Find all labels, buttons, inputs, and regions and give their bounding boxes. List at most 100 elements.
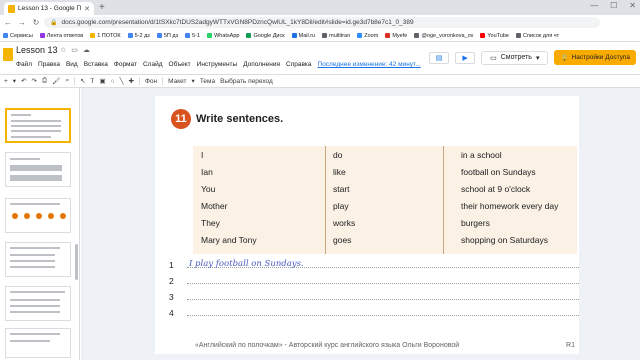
add-slide-icon[interactable]: + <box>4 78 8 85</box>
writing-line[interactable]: 1 I play football on Sundays. <box>169 256 579 270</box>
menu-item[interactable]: Файл <box>16 61 32 68</box>
bookmark-item[interactable]: @oge_voronkova_ov <box>414 33 473 39</box>
zoom-icon[interactable]: ⌕ <box>65 77 69 85</box>
redo-icon[interactable]: ↷ <box>32 77 37 85</box>
bookmark-item[interactable]: 5-2 дз <box>127 32 150 39</box>
slide-thumbnail[interactable] <box>5 198 71 233</box>
share-button[interactable]: 🔒 Настройки Доступа <box>554 50 636 65</box>
bookmark-item[interactable]: 5-1 <box>185 33 200 39</box>
menu-item[interactable]: Инструменты <box>197 61 238 68</box>
slide-thumbnail[interactable] <box>5 108 71 143</box>
verbs-column: do like start play works goes <box>333 146 438 254</box>
line-number: 1 <box>169 260 174 270</box>
cloud-saved-icon[interactable]: ☁ <box>83 46 90 54</box>
tab-bar: Lesson 13 - Google Презентаци... ✕ + — ☐… <box>0 0 640 15</box>
background-button[interactable]: Фон <box>145 78 157 85</box>
bookmark-item[interactable]: Лента ответов <box>39 33 83 39</box>
table-cell: Mary and Tony <box>201 234 257 245</box>
menu-item[interactable]: Вид <box>66 61 78 68</box>
footer-page: R1 <box>566 342 575 349</box>
comments-icon[interactable]: ▤ <box>429 51 450 64</box>
word-table: I Ian You Mother They Mary and Tony do like sta… <box>193 146 577 254</box>
shape-icon[interactable]: ○ <box>111 78 115 85</box>
image-icon[interactable]: ▣ <box>100 77 106 85</box>
slide-thumbnail[interactable] <box>5 328 71 358</box>
menu-item[interactable]: Слайд <box>143 61 163 68</box>
bookmark-item[interactable]: 5П дз <box>156 33 178 39</box>
line-number: 2 <box>169 276 174 286</box>
thumb-line <box>11 114 31 116</box>
bookmark-item[interactable]: 1 ПОТОК <box>90 33 121 39</box>
bookmark-label: YouTube <box>487 32 509 39</box>
browser-tab[interactable]: Lesson 13 - Google Презентаци... ✕ <box>4 2 94 15</box>
forward-icon[interactable]: → <box>18 18 26 27</box>
slides-logo-icon[interactable] <box>3 48 13 61</box>
slide-thumbnails-panel <box>0 88 80 360</box>
writing-line[interactable]: 2 <box>169 272 579 286</box>
bookmark-item[interactable]: Google Диск <box>246 33 285 39</box>
line-number: 4 <box>169 308 174 318</box>
bookmark-item[interactable]: WhatsApp <box>207 33 239 39</box>
writing-line[interactable]: 3 <box>169 288 579 302</box>
undo-icon[interactable]: ↶ <box>21 77 26 85</box>
slide-thumbnail[interactable] <box>5 152 71 187</box>
print-icon[interactable]: ⎙ <box>42 77 47 85</box>
layout-chevron-icon[interactable]: ▾ <box>192 77 195 85</box>
reload-icon[interactable]: ↻ <box>32 18 40 27</box>
paint-format-icon[interactable]: 🖌 <box>52 77 60 85</box>
table-cell: do <box>333 149 343 160</box>
menu-item[interactable]: Вставка <box>84 61 108 68</box>
bookmark-label: WhatsApp <box>214 32 240 39</box>
minimize-icon[interactable]: — <box>590 1 598 10</box>
slide[interactable]: 11 Write sentences. I Ian You Mother They Mar… <box>155 96 579 354</box>
document-title[interactable]: Lesson 13 <box>16 45 58 55</box>
url-field[interactable]: 🔒 docs.google.com/presentation/d/1tSXkc7… <box>44 17 600 28</box>
bookmark-item[interactable]: Mail.ru <box>291 33 315 39</box>
bookmark-item[interactable]: multitran <box>322 33 350 39</box>
theme-button[interactable]: Тема <box>200 78 215 85</box>
meet-icon[interactable]: ▶ <box>455 51 476 64</box>
textbox-icon[interactable]: T <box>91 78 95 85</box>
add-chevron-icon[interactable]: ▾ <box>13 77 16 85</box>
bookmark-item[interactable]: YouTube <box>480 33 509 39</box>
bookmark-label: 5-2 дз <box>134 32 150 39</box>
transition-button[interactable]: Выбрать переход <box>220 78 273 85</box>
table-cell: You <box>201 183 216 194</box>
bookmark-item[interactable]: Список для чт <box>516 33 559 39</box>
present-button[interactable]: ▭ Смотреть ▾ <box>481 50 549 65</box>
select-icon[interactable]: ↖ <box>80 77 85 85</box>
layout-button[interactable]: Макет <box>168 78 186 85</box>
last-edit-link[interactable]: Последнее изменение: 42 минут... <box>318 61 421 68</box>
menu-item[interactable]: Дополнения <box>243 61 280 68</box>
table-divider <box>443 146 444 254</box>
header-actions: ▤ ▶ ▭ Смотреть ▾ 🔒 Настройки Доступа <box>429 49 640 66</box>
slide-thumbnail[interactable] <box>5 242 71 277</box>
exercise-title: Write sentences. <box>196 113 284 125</box>
star-icon[interactable]: ☆ <box>60 46 66 54</box>
menu-item[interactable]: Объект <box>169 61 191 68</box>
chevron-down-icon[interactable]: ▾ <box>536 54 540 62</box>
bookmark-item[interactable]: Myefe <box>385 33 407 39</box>
divider <box>74 77 76 85</box>
bookmark-icon <box>127 33 133 38</box>
thumbnail-scrollbar[interactable] <box>75 244 78 280</box>
slides-favicon-icon <box>8 4 15 13</box>
writing-line[interactable]: 4 <box>169 304 579 318</box>
line-icon[interactable]: ╲ <box>120 77 124 85</box>
slide-thumbnail[interactable] <box>5 286 71 321</box>
menu-item[interactable]: Правка <box>38 61 60 68</box>
menu-item[interactable]: Справка <box>286 61 312 68</box>
thumb-line <box>10 165 62 171</box>
close-window-icon[interactable]: ✕ <box>629 1 636 10</box>
new-tab-icon[interactable]: + <box>99 2 105 13</box>
bookmark-item[interactable]: Zoom <box>357 33 378 39</box>
maximize-icon[interactable]: ☐ <box>610 1 617 10</box>
move-folder-icon[interactable]: ▭ <box>71 46 78 54</box>
lock-icon: 🔒 <box>50 20 58 26</box>
comment-add-icon[interactable]: ✚ <box>129 77 134 85</box>
back-icon[interactable]: ← <box>4 18 12 27</box>
close-tab-icon[interactable]: ✕ <box>84 5 90 13</box>
menu-item[interactable]: Формат <box>114 61 137 68</box>
bookmark-item[interactable]: Сервисы <box>3 33 33 39</box>
bookmark-icon <box>414 33 420 38</box>
